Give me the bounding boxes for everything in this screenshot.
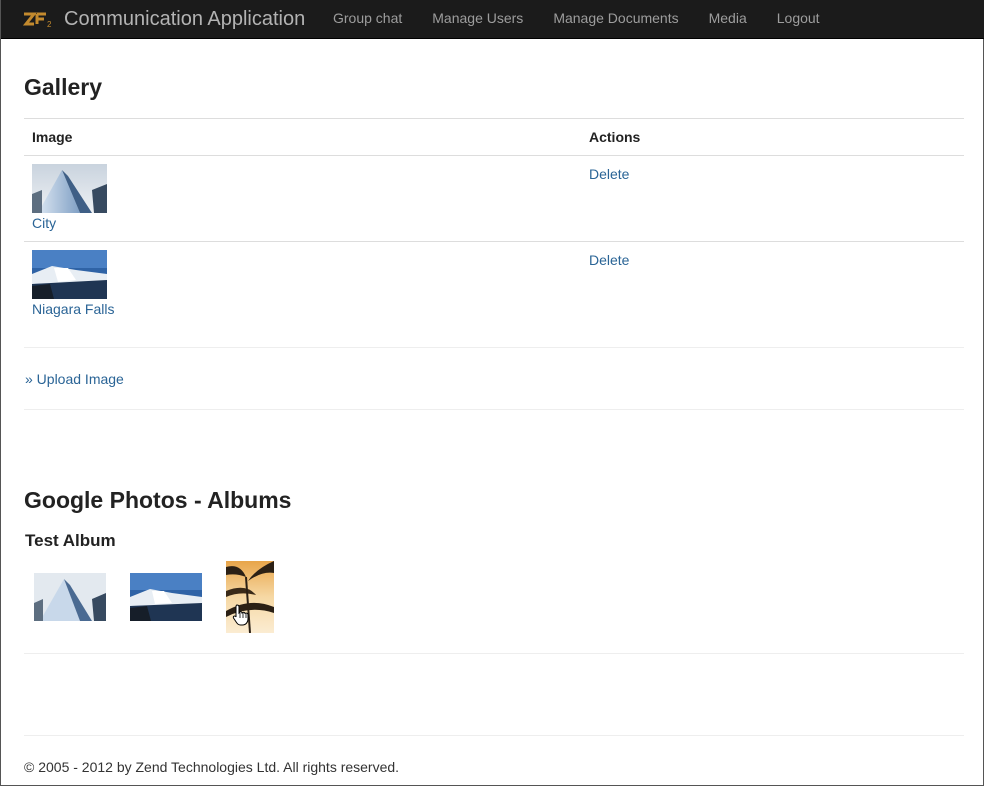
gallery-title: Gallery — [24, 74, 102, 100]
nav-media[interactable]: Media — [694, 0, 762, 39]
gallery-row-caption[interactable]: Niagara Falls — [32, 301, 114, 317]
nav-group-chat[interactable]: Group chat — [318, 0, 417, 39]
upload-image-link[interactable]: » Upload Image — [25, 371, 124, 387]
section-divider — [24, 653, 964, 654]
album-name: Test Album — [25, 531, 116, 550]
album-photo[interactable] — [34, 573, 106, 621]
column-header-actions: Actions — [589, 129, 641, 145]
table-top-border — [24, 118, 964, 119]
gallery-row-caption[interactable]: City — [32, 215, 56, 231]
table-row-border — [24, 241, 964, 242]
album-photo[interactable] — [130, 573, 202, 621]
brand-link[interactable]: 2 Communication Application — [23, 0, 305, 39]
main-nav: Group chat Manage Users Manage Documents… — [318, 0, 835, 39]
table-bottom-border — [24, 347, 964, 348]
zf2-logo-icon: 2 — [23, 10, 55, 30]
column-header-image: Image — [32, 129, 73, 145]
footer-divider — [24, 735, 964, 736]
nav-logout[interactable]: Logout — [762, 0, 835, 39]
brand-name: Communication Application — [64, 8, 306, 30]
niagara-falls-thumbnail[interactable] — [32, 250, 107, 299]
city-thumbnail[interactable] — [32, 164, 107, 213]
svg-text:2: 2 — [47, 20, 52, 29]
hand-pointer-cursor-icon — [232, 604, 250, 629]
top-navbar: 2 Communication Application Group chat M… — [1, 0, 984, 39]
section-divider — [24, 409, 964, 410]
albums-title: Google Photos - Albums — [24, 487, 292, 513]
table-header-border — [24, 155, 964, 156]
nav-manage-users[interactable]: Manage Users — [417, 0, 538, 39]
nav-manage-documents[interactable]: Manage Documents — [538, 0, 693, 39]
delete-link[interactable]: Delete — [589, 252, 629, 268]
footer-copyright: © 2005 - 2012 by Zend Technologies Ltd. … — [24, 759, 400, 775]
delete-link[interactable]: Delete — [589, 166, 629, 182]
